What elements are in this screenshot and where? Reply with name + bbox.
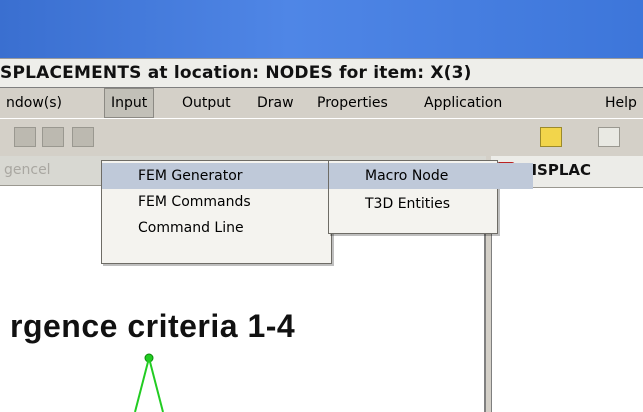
menu-draw[interactable]: Draw [251, 88, 300, 118]
plot-area [134, 353, 164, 412]
toolbar [0, 118, 643, 156]
menu-item-label: Macro Node [365, 168, 449, 184]
menu-item-label: FEM Generator [138, 168, 243, 184]
app-titlebar: SPLACEMENTS at location: NODES for item:… [0, 58, 643, 88]
menu-help[interactable]: Help [599, 88, 643, 118]
plot-title: rgence criteria 1-4 [10, 308, 296, 344]
grid-icon[interactable] [14, 127, 36, 147]
input-menu: FEM Generator FEM Commands Command Line [101, 160, 367, 264]
menu-application[interactable]: Application [418, 88, 508, 118]
menu-item-label: T3D Entities [365, 196, 451, 212]
plot-icon[interactable] [72, 127, 94, 147]
menu-item-label: Command Line [138, 220, 244, 236]
fem-generator-submenu: Macro Node T3D Entities [328, 160, 533, 234]
left-window-title: gencel [4, 162, 51, 178]
menu-item-t3d-entities[interactable]: T3D Entities [329, 191, 533, 217]
app-title: SPLACEMENTS at location: NODES for item:… [0, 63, 472, 83]
magnify-icon[interactable] [598, 127, 620, 147]
grid-icon[interactable] [42, 127, 64, 147]
menu-output[interactable]: Output [176, 88, 237, 118]
menu-properties[interactable]: Properties [311, 88, 394, 118]
menu-bar: ndow(s) Input Output Draw Properties App… [0, 88, 643, 118]
right-window [491, 188, 643, 412]
desktop-background [0, 0, 643, 58]
menu-item-label: FEM Commands [138, 194, 251, 210]
menu-windows[interactable]: ndow(s) [0, 88, 68, 118]
toolbar-icon[interactable] [540, 127, 562, 147]
menu-input[interactable]: Input [104, 88, 155, 118]
menu-item-macro-node[interactable]: Macro Node [329, 163, 533, 189]
